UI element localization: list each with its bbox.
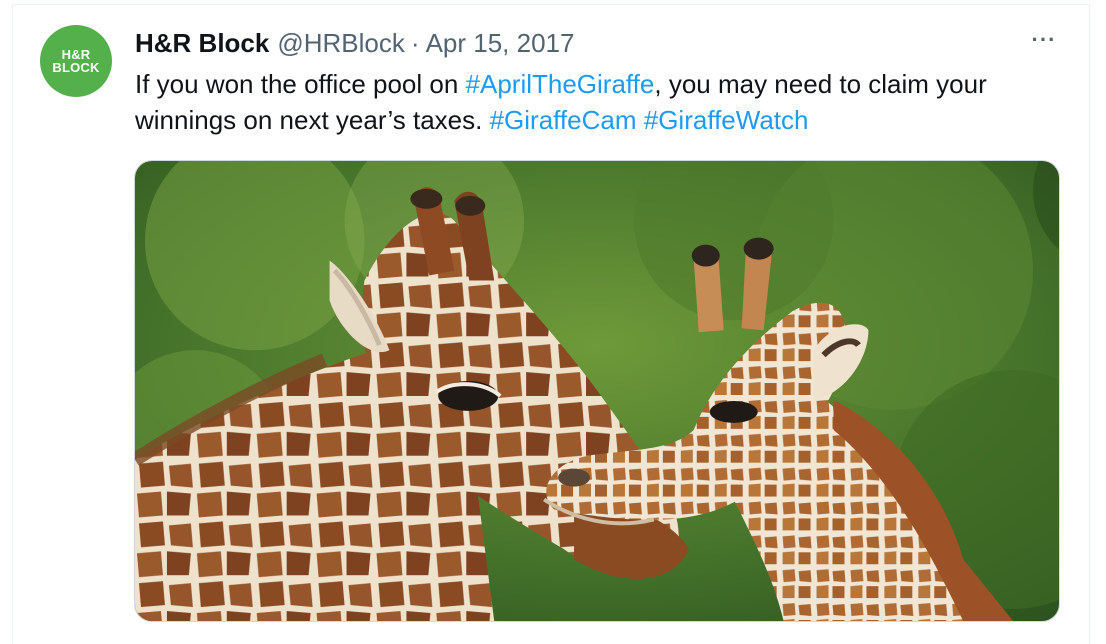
text-part: If you won the office pool on [135, 69, 466, 99]
giraffes-photo [135, 161, 1059, 621]
avatar-logo-line2: BLOCK [52, 60, 100, 75]
text-part [637, 105, 644, 135]
author-handle[interactable]: @HRBlock [277, 28, 405, 59]
tweet-text: If you won the office pool on #AprilTheG… [135, 66, 1065, 138]
tweet-photo[interactable] [134, 160, 1060, 622]
hashtag-link[interactable]: #GiraffeWatch [644, 105, 809, 135]
hashtag-link[interactable]: #GiraffeCam [490, 105, 637, 135]
hashtag-link[interactable]: #AprilTheGiraffe [466, 69, 655, 99]
avatar[interactable]: H&R BLOCK [40, 25, 112, 97]
author-name[interactable]: H&R Block [135, 28, 269, 59]
more-horizontal-icon[interactable]: ··· [1028, 29, 1060, 54]
tweet-date[interactable]: Apr 15, 2017 [426, 28, 575, 59]
tweet-header: H&R Block @HRBlock · Apr 15, 2017 [135, 28, 574, 58]
separator-dot: · [410, 27, 420, 58]
